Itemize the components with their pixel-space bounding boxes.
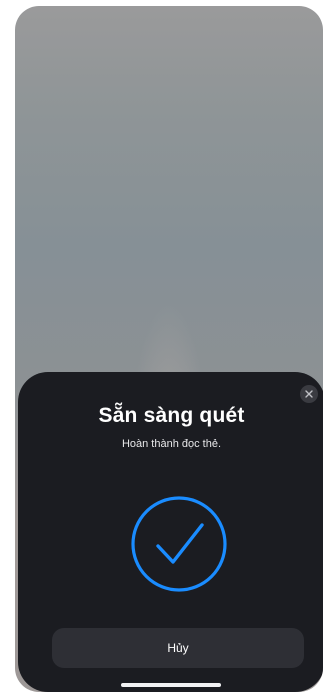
phone-screen: Sẵn sàng quét Hoàn thành đọc thẻ. Hủy [15, 6, 323, 692]
close-icon [305, 390, 313, 398]
home-indicator [121, 683, 221, 687]
cancel-button-label: Hủy [167, 641, 189, 655]
cancel-button[interactable]: Hủy [52, 628, 304, 668]
sheet-title: Sẵn sàng quét [98, 404, 245, 427]
scan-sheet: Sẵn sàng quét Hoàn thành đọc thẻ. Hủy [18, 372, 323, 692]
sheet-subtitle: Hoàn thành đọc thẻ. [121, 438, 222, 450]
checkmark-circle-icon [131, 496, 227, 592]
close-button[interactable] [300, 385, 318, 403]
